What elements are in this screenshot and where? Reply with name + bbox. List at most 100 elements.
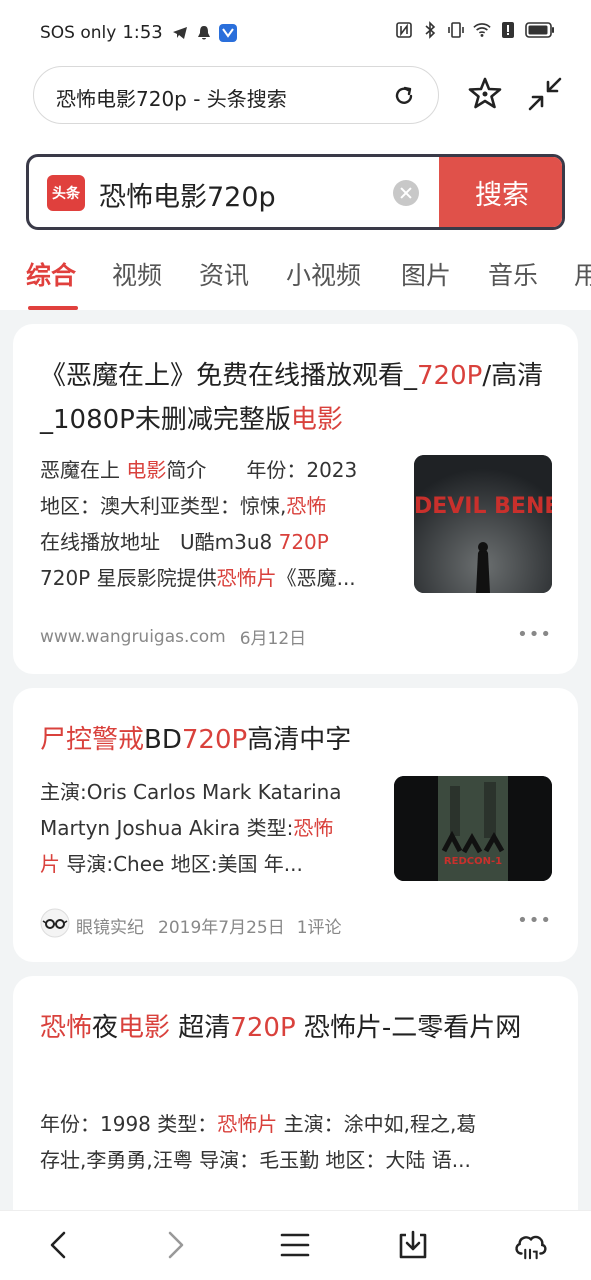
text-segment: 夜	[92, 1013, 119, 1043]
text-segment: 《恶魔...	[276, 566, 356, 590]
more-options-icon[interactable]: •••	[517, 624, 552, 645]
highlight-text: 恐怖	[286, 494, 327, 518]
poster-title-text: THE DEVIL BENEATH	[414, 494, 552, 519]
highlight-text: 片	[40, 852, 60, 876]
result-thumbnail[interactable]: THE DEVIL BENEATH	[414, 455, 552, 593]
nfc-icon	[395, 20, 413, 40]
tab-short-video[interactable]: 小视频	[286, 256, 361, 292]
more-options-icon[interactable]: •••	[517, 910, 552, 931]
poster-title-text: REDCON-1	[444, 856, 502, 867]
text-segment: 超清	[170, 1013, 231, 1043]
glasses-avatar-icon	[40, 908, 70, 943]
tab-music[interactable]: 音乐	[488, 256, 538, 292]
download-icon[interactable]	[395, 1227, 431, 1263]
star-icon[interactable]	[468, 76, 502, 112]
result-snippet: 主演:Oris Carlos Mark Katarina Martyn Joshu…	[40, 774, 380, 882]
result-meta: 眼镜实纪 2019年7月25日 1评论	[40, 908, 342, 943]
tab-images[interactable]: 图片	[401, 256, 451, 292]
bottom-navigation	[0, 1210, 591, 1280]
snippet-line: 恶魔在上 电影简介 年份：2023	[40, 452, 400, 488]
result-source[interactable]: 眼镜实纪	[76, 913, 144, 938]
highlight-text: 恐怖片	[216, 566, 277, 590]
tab-more[interactable]: 用	[574, 256, 591, 292]
text-segment: 恐怖片-二零看片网	[295, 1013, 522, 1043]
text-segment: 在线播放地址 U酷m3u8	[40, 530, 279, 554]
text-segment: 恶魔在上	[40, 458, 127, 482]
result-title[interactable]: 《恶魔在上》免费在线播放观看_720P/高清_1080P未删减完整版电影	[40, 354, 560, 442]
telegram-icon	[171, 23, 189, 43]
category-tabs: 综合 视频 资讯 小视频 图片 音乐 用	[0, 252, 591, 310]
status-bar: SOS only 1:53	[0, 0, 591, 66]
highlight-text: 电影	[290, 405, 343, 435]
search-box[interactable]: 头条 恐怖电影720p 搜索	[26, 154, 565, 230]
highlight-text: 720P	[278, 530, 329, 554]
text-segment: 存壮,李勇勇,汪粤 导演：毛玉勤 地区：大陆 语...	[40, 1148, 471, 1172]
tab-video[interactable]: 视频	[112, 256, 162, 292]
result-card[interactable]: 恐怖夜电影 超清720P 恐怖片-二零看片网 年份：1998 类型：恐怖片 主演…	[13, 976, 578, 1210]
highlight-text: 720P	[230, 1013, 296, 1043]
highlight-text: 电影	[118, 1013, 171, 1043]
text-segment: 主演:Oris Carlos Mark Katarina	[40, 780, 342, 804]
result-snippet: 恶魔在上 电影简介 年份：2023 地区：澳大利亚类型：惊悚,恐怖 在线播放地址 U…	[40, 452, 400, 596]
text-segment: 高清中字	[247, 725, 352, 755]
text-segment: 年份：1998 类型：	[40, 1112, 218, 1136]
result-comments[interactable]: 1评论	[297, 913, 342, 938]
result-card[interactable]: 《恶魔在上》免费在线播放观看_720P/高清_1080P未删减完整版电影 恶魔在…	[13, 324, 578, 674]
bell-icon	[195, 23, 213, 43]
result-thumbnail[interactable]: REDCON-1	[394, 776, 552, 881]
tab-all[interactable]: 综合	[26, 256, 76, 292]
text-segment: 主演：涂中如,程之,葛	[277, 1112, 477, 1136]
text-segment: Martyn Joshua Akira 类型:	[40, 816, 294, 840]
vibrate-icon	[447, 20, 465, 40]
back-icon[interactable]	[40, 1227, 76, 1263]
address-bar-title: 恐怖电影720p - 头条搜索	[56, 87, 287, 111]
wifi-icon	[473, 20, 491, 40]
result-title[interactable]: 尸控警戒BD720P高清中字	[40, 718, 560, 762]
carrier-text: SOS only	[40, 22, 117, 43]
collapse-icon[interactable]	[527, 76, 563, 112]
alert-icon	[499, 20, 517, 40]
text-segment: 简介 年份：2023	[166, 458, 358, 482]
bluetooth-icon	[421, 20, 439, 40]
highlight-text: 电影	[126, 458, 167, 482]
highlight-text: 720P	[181, 725, 248, 755]
highlight-text: 恐怖	[40, 1013, 93, 1043]
result-meta: www.wangruigas.com 6月12日	[40, 624, 307, 650]
highlight-text: 恐怖片	[217, 1112, 278, 1136]
result-source[interactable]: www.wangruigas.com	[40, 627, 226, 647]
result-date: 6月12日	[239, 629, 307, 649]
result-title[interactable]: 恐怖夜电影 超清720P 恐怖片-二零看片网	[40, 1006, 560, 1050]
cloud-icon[interactable]	[512, 1227, 548, 1263]
snippet-line: 主演:Oris Carlos Mark Katarina	[40, 774, 380, 810]
battery-icon	[525, 20, 555, 40]
text-segment: 720P 星辰影院提供	[40, 566, 217, 590]
reload-icon[interactable]	[392, 84, 416, 108]
address-bar[interactable]: 恐怖电影720p - 头条搜索	[33, 66, 439, 124]
result-snippet: 年份：1998 类型：恐怖片 主演：涂中如,程之,葛存壮,李勇勇,汪粤 导演：毛…	[40, 1106, 550, 1178]
text-segment: 导演:Chee 地区:美国 年...	[60, 852, 303, 876]
snippet-line: 存壮,李勇勇,汪粤 导演：毛玉勤 地区：大陆 语...	[40, 1142, 550, 1178]
menu-icon[interactable]	[277, 1227, 313, 1263]
results-feed: 《恶魔在上》免费在线播放观看_720P/高清_1080P未删减完整版电影 恶魔在…	[0, 310, 591, 1210]
text-segment: BD	[144, 725, 182, 755]
toutiao-logo: 头条	[47, 175, 85, 211]
highlight-text: 恐怖	[293, 816, 334, 840]
result-card[interactable]: 尸控警戒BD720P高清中字 主演:Oris Carlos Mark Katar…	[13, 688, 578, 962]
app-notification-icon	[218, 23, 237, 43]
snippet-line: 在线播放地址 U酷m3u8 720P	[40, 524, 400, 560]
tab-news[interactable]: 资讯	[199, 256, 249, 292]
snippet-line: 年份：1998 类型：恐怖片 主演：涂中如,程之,葛	[40, 1106, 550, 1142]
forward-icon[interactable]	[158, 1227, 194, 1263]
snippet-line: Martyn Joshua Akira 类型:恐怖	[40, 810, 380, 846]
snippet-line: 720P 星辰影院提供恐怖片《恶魔...	[40, 560, 400, 596]
text-segment: 地区：澳大利亚类型：惊悚,	[40, 494, 287, 518]
result-date: 2019年7月25日	[158, 918, 285, 938]
clock: 1:53	[122, 22, 163, 43]
search-input[interactable]: 恐怖电影720p	[99, 175, 276, 214]
search-button[interactable]: 搜索	[439, 157, 562, 227]
snippet-line: 地区：澳大利亚类型：惊悚,恐怖	[40, 488, 400, 524]
text-segment: 《恶魔在上》免费在线播放观看_	[40, 361, 418, 391]
snippet-line: 片 导演:Chee 地区:美国 年...	[40, 846, 380, 882]
clear-icon[interactable]	[393, 180, 419, 206]
highlight-text: 720P	[417, 361, 483, 391]
